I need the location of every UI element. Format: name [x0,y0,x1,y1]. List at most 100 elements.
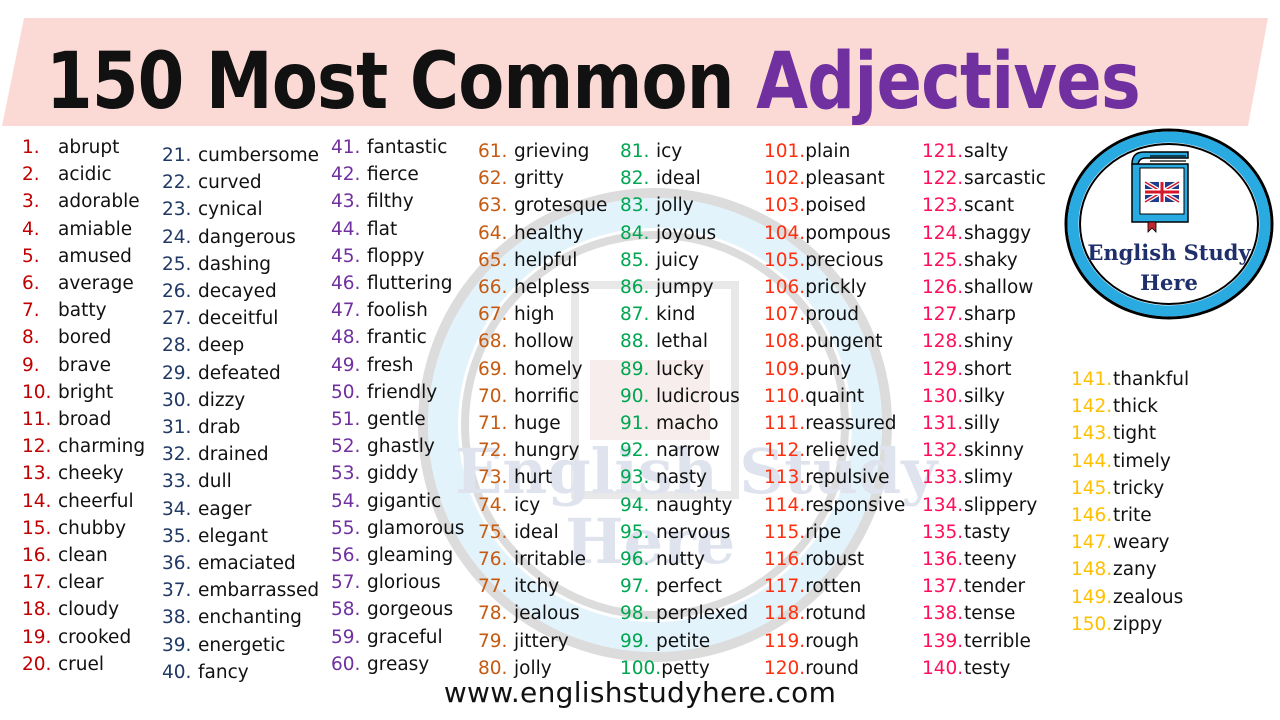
item-number: 101. [764,141,806,162]
list-item: 131.silly [922,413,1000,435]
item-word: relieved [805,440,880,462]
list-item: 77. itchy [478,576,559,598]
item-number: 50. [331,381,361,403]
list-item: 19. crooked [22,627,131,649]
item-word: juicy [656,249,700,271]
item-number: 56. [331,545,361,566]
item-number: 149. [1071,586,1113,608]
list-item: 52. ghastly [331,436,435,458]
item-number: 141. [1071,369,1113,390]
website-url[interactable]: www.englishstudyhere.com [0,676,1280,709]
list-item: 112.relieved [764,440,880,462]
item-word: ghastly [367,436,435,458]
list-item: 15. chubby [22,518,126,540]
item-word: narrow [656,440,720,462]
list-item: 4. amiable [22,219,132,241]
item-number: 117. [764,576,806,598]
item-number: 69. [478,358,508,380]
item-number: 75. [478,521,508,543]
list-item: 132.skinny [922,440,1024,462]
item-word: jumpy [656,277,714,298]
list-item: 110.quaint [764,386,864,408]
list-item: 108.pungent [764,331,883,353]
item-word: rotund [805,603,867,625]
item-word: petite [656,630,711,652]
list-item: 62. gritty [478,168,564,190]
item-word: drab [198,417,241,438]
list-item: 134.slippery [922,495,1037,517]
item-word: huge [514,413,561,434]
item-word: defeated [198,362,281,384]
item-word: elegant [198,525,268,547]
list-item: 11. broad [22,409,111,431]
logo-line2: Here [1140,270,1198,295]
item-word: bored [58,327,112,349]
list-item: 66. helpless [478,277,590,299]
item-word: tender [964,576,1026,598]
list-item: 37. embarrassed [162,580,319,602]
item-word: skinny [964,440,1024,462]
item-word: floppy [367,245,425,267]
list-item: 103.poised [764,195,866,217]
item-number: 144. [1071,450,1113,472]
item-word: terrible [964,630,1031,652]
list-item: 85. juicy [620,250,699,272]
item-word: acidic [58,164,112,186]
item-number: 29. [162,362,192,384]
item-word: ideal [514,521,559,543]
item-word: greasy [367,653,430,675]
item-number: 124. [922,222,964,244]
item-word: glorious [367,572,441,594]
item-word: clear [58,572,104,594]
item-word: itchy [514,576,560,598]
item-word: repulsive [805,467,890,489]
list-item: 149.zealous [1071,587,1183,609]
list-item: 89. lucky [620,359,704,381]
item-word: cruel [58,653,105,675]
list-item: 24. dangerous [162,227,296,249]
list-item: 39. energetic [162,635,285,657]
item-number: 5. [22,245,40,267]
list-item: 119.rough [764,631,859,653]
list-item: 87. kind [620,304,695,326]
item-word: embarrassed [198,580,320,602]
item-number: 93. [620,467,650,489]
list-item: 97. perfect [620,576,722,598]
item-word: amiable [58,218,133,240]
item-number: 27. [162,308,192,330]
list-item: 122.sarcastic [922,168,1046,190]
list-item: 125.shaky [922,250,1018,272]
item-number: 77. [478,576,508,598]
item-word: zany [1113,559,1157,581]
item-word: cheerful [58,490,134,512]
item-word: slippery [964,494,1038,516]
item-number: 90. [620,385,650,407]
item-number: 118. [764,603,806,625]
list-item: 82. ideal [620,168,701,190]
item-word: crooked [58,626,132,648]
list-item: 128.shiny [922,331,1013,353]
list-item: 109.puny [764,359,851,381]
item-number: 89. [620,358,650,380]
item-word: pompous [805,222,891,244]
list-item: 130.silky [922,386,1005,408]
item-number: 38. [162,607,192,629]
item-word: cheeky [58,463,124,485]
item-number: 28. [162,335,192,357]
list-item: 145.tricky [1071,478,1164,500]
item-number: 34. [162,498,192,520]
item-number: 134. [922,494,964,516]
item-number: 107. [764,304,806,326]
item-word: energetic [198,634,286,656]
list-item: 106.prickly [764,277,867,299]
item-number: 66. [478,277,508,298]
list-item: 129.short [922,359,1012,381]
list-item: 88. lethal [620,331,708,353]
item-word: amused [58,245,132,267]
list-item: 56. gleaming [331,545,453,567]
list-item: 45. floppy [331,246,424,268]
item-number: 67. [478,304,508,326]
list-item: 57. glorious [331,572,441,594]
item-word: fantastic [367,137,448,158]
item-word: nervous [656,521,731,543]
